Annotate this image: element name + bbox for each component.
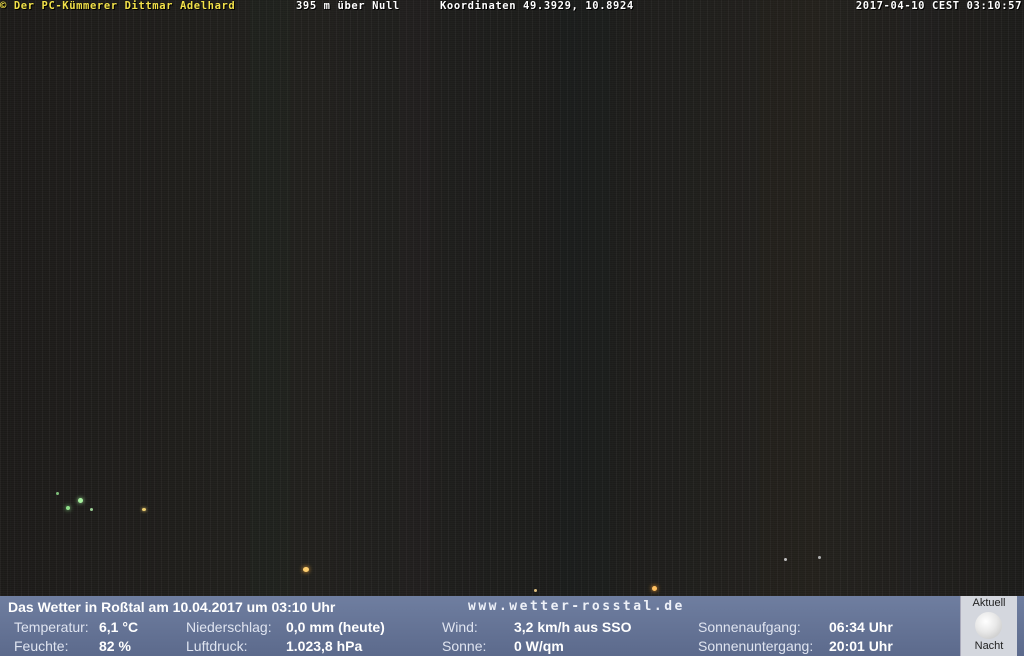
- wind-label: Wind:: [442, 619, 478, 635]
- noise-band: [900, 0, 940, 596]
- precipitation-label: Niederschlag:: [186, 619, 272, 635]
- humidity-label: Feuchte:: [14, 638, 69, 654]
- moon-icon: [975, 612, 1002, 639]
- timestamp-text: 2017-04-10 CEST 03:10:57: [855, 0, 1022, 12]
- weather-title: Das Wetter in Roßtal am 10.04.2017 um 03…: [8, 599, 336, 615]
- light-point: [303, 567, 309, 572]
- sunrise-value: 06:34 Uhr: [829, 619, 893, 635]
- precipitation-value: 0,0 mm (heute): [286, 619, 385, 635]
- sunset-value: 20:01 Uhr: [829, 638, 893, 654]
- pressure-value: 1.023,8 hPa: [286, 638, 363, 654]
- sun-label: Sonne:: [442, 638, 487, 654]
- weather-panel: Das Wetter in Roßtal am 10.04.2017 um 03…: [0, 596, 1024, 656]
- sunset-label: Sonnenuntergang:: [698, 638, 814, 654]
- sunrise-label: Sonnenaufgang:: [698, 619, 801, 635]
- altitude-text: 395 m über Null: [296, 0, 400, 12]
- humidity-value: 82 %: [99, 638, 131, 654]
- light-point: [56, 492, 59, 495]
- sun-value: 0 W/qm: [514, 638, 564, 654]
- noise-band: [760, 0, 820, 596]
- light-point: [142, 508, 146, 511]
- light-point: [784, 558, 787, 561]
- noise-band: [400, 0, 430, 596]
- light-point: [66, 506, 70, 510]
- moon-phase-box: Aktuell Nacht: [960, 596, 1017, 656]
- light-point: [818, 556, 821, 559]
- temperature-value: 6,1 °C: [99, 619, 139, 635]
- webcam-frame: © Der PC-Kümmerer Dittmar Adelhard 395 m…: [0, 0, 1024, 656]
- webcam-image: [0, 0, 1024, 596]
- light-point: [652, 586, 657, 591]
- coordinates-text: Koordinaten 49.3929, 10.8924: [440, 0, 634, 12]
- noise-band: [560, 0, 610, 596]
- light-point: [78, 498, 83, 503]
- noise-band: [250, 0, 290, 596]
- copyright-text: © Der PC-Kümmerer Dittmar Adelhard: [0, 0, 236, 12]
- website-link[interactable]: www.wetter-rosstal.de: [468, 599, 685, 615]
- moon-top-label: Aktuell: [972, 597, 1006, 609]
- light-point: [90, 508, 93, 511]
- wind-value: 3,2 km/h aus SSO: [514, 619, 632, 635]
- temperature-label: Temperatur:: [14, 619, 89, 635]
- pressure-label: Luftdruck:: [186, 638, 248, 654]
- light-point: [534, 589, 537, 592]
- moon-bottom-label: Nacht: [974, 640, 1004, 652]
